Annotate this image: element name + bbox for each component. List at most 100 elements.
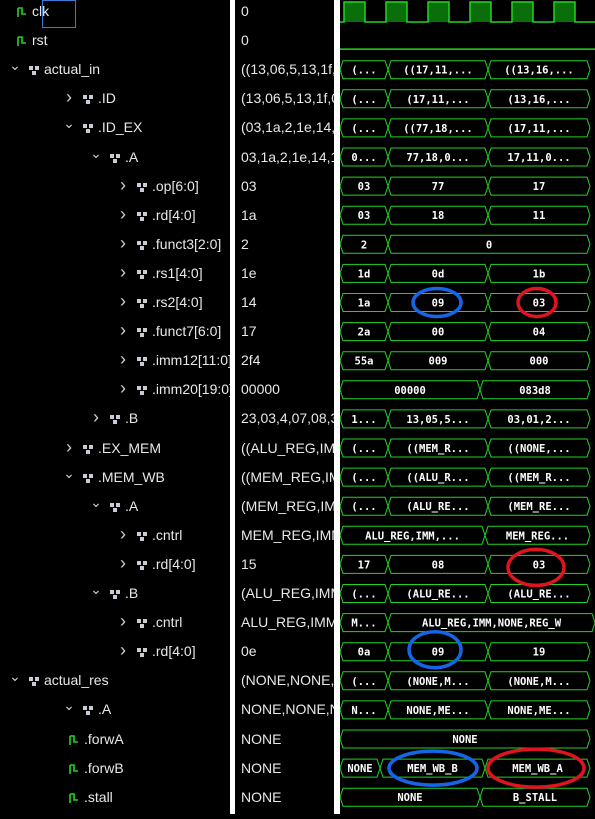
- bus-waveform: NONE MEM_WB_B MEM_WB_A: [339, 758, 591, 778]
- signal-name: .rs2[4:0]: [152, 294, 203, 310]
- signal-name: .rs1[4:0]: [152, 264, 203, 281]
- clock-high-pulse: [428, 2, 449, 22]
- signal-icon: [69, 792, 78, 803]
- bus-waveform: N... NONE,ME... NONE,ME...: [339, 700, 591, 720]
- signal-row[interactable]: ⌄ .MEM_WB: [0, 463, 230, 492]
- bus-value-label: NONE,ME...: [406, 705, 469, 717]
- signal-row[interactable]: ⌄ .ID_EX: [0, 113, 230, 142]
- bus-value-label: NONE: [452, 734, 477, 746]
- collapse-chevron-icon[interactable]: ⌄: [89, 139, 103, 168]
- bus-value-label: 1...: [351, 414, 376, 426]
- expand-chevron-icon[interactable]: ›: [116, 229, 130, 258]
- expand-chevron-icon[interactable]: ›: [116, 607, 130, 636]
- bus-value-label: (...: [351, 123, 376, 135]
- expand-chevron-icon[interactable]: ›: [116, 171, 130, 200]
- bus-value-label: ((MEM_R...: [406, 443, 469, 455]
- bus-value-label: 0a: [358, 647, 371, 659]
- signal-row[interactable]: › .cntrl: [0, 608, 230, 637]
- expand-chevron-icon[interactable]: ›: [89, 403, 103, 432]
- signal-row[interactable]: ⌄ .A: [0, 143, 230, 172]
- bus-value-label: MEM_REG...: [506, 530, 569, 542]
- signal-row[interactable]: › .rs1[4:0]: [0, 259, 230, 288]
- expand-chevron-icon[interactable]: ›: [116, 345, 130, 374]
- signal-name: .MEM_WB: [98, 468, 165, 485]
- expand-chevron-icon[interactable]: ›: [116, 200, 130, 229]
- signal-row[interactable]: ⌄ actual_in: [0, 55, 230, 84]
- bus-waveform: (... (17,11,... (13,16,...: [339, 89, 591, 109]
- bus-value-label: ((ALU_R...: [406, 472, 469, 484]
- expand-chevron-icon[interactable]: ›: [116, 287, 130, 316]
- collapse-chevron-icon[interactable]: ⌄: [8, 51, 22, 80]
- bus-value-label: 00: [432, 327, 445, 339]
- waveform-canvas: (... ((17,11,... ((13,16,... (... (17,11,...…: [339, 1, 595, 807]
- bus-value-label: 11: [533, 210, 546, 222]
- collapse-chevron-icon[interactable]: ⌄: [62, 459, 76, 488]
- signal-row[interactable]: clk: [0, 0, 230, 26]
- bus-value-label: 03: [533, 298, 546, 310]
- collapse-chevron-icon[interactable]: ⌄: [8, 662, 22, 691]
- signal-value: (NONE,NONE,: [241, 672, 334, 689]
- signal-row[interactable]: › .funct7[6:0]: [0, 317, 230, 346]
- bus-value-label: ((NONE,...: [507, 443, 570, 455]
- collapse-chevron-icon[interactable]: ⌄: [89, 575, 103, 604]
- signal-row[interactable]: › .imm12[11:0]: [0, 345, 232, 375]
- expand-chevron-icon[interactable]: ›: [116, 316, 130, 345]
- collapse-chevron-icon[interactable]: ⌄: [89, 488, 103, 517]
- signal-row[interactable]: .stall: [0, 783, 230, 812]
- bus-value-label: (...: [351, 589, 376, 601]
- expand-chevron-icon[interactable]: ›: [116, 258, 130, 287]
- signal-row[interactable]: › .op[6:0]: [0, 172, 230, 201]
- signal-row[interactable]: › .ID: [0, 84, 230, 113]
- expand-chevron-icon[interactable]: ›: [62, 83, 76, 112]
- clock-waveform: [340, 1, 595, 23]
- bus-waveform: 1d 0d 1b: [339, 263, 591, 283]
- signal-value: ((MEM_REG,IM: [241, 468, 334, 485]
- signal-row[interactable]: .forwA: [0, 725, 230, 754]
- expand-chevron-icon[interactable]: ›: [116, 549, 130, 578]
- signal-row[interactable]: › .rd[4:0]: [0, 637, 230, 666]
- collapse-chevron-icon[interactable]: ⌄: [62, 691, 76, 720]
- bus-value-label: (13,16,...: [507, 94, 570, 106]
- signal-row[interactable]: ⌄ .B: [0, 579, 230, 608]
- signal-row[interactable]: ⌄ actual_res: [0, 666, 230, 695]
- signal-row[interactable]: › .funct3[2:0]: [0, 230, 230, 259]
- expand-chevron-icon[interactable]: ›: [116, 374, 130, 403]
- signal-row[interactable]: ⌄ .A: [0, 492, 230, 521]
- bus-value-label: 17: [358, 559, 371, 571]
- bus-value-label: ((77,18,...: [403, 123, 473, 135]
- struct-icon: [137, 182, 147, 192]
- signal-value: (03,1a,2,1e,14,: [241, 119, 334, 136]
- signal-value: 14: [241, 294, 257, 310]
- signal-row[interactable]: › .rd[4:0]: [0, 201, 230, 230]
- struct-icon: [137, 357, 147, 367]
- bus-value-label: 04: [533, 327, 546, 339]
- signal-row[interactable]: rst: [0, 26, 230, 55]
- bus-value-label: ALU_REG,IMM,NONE,REG_W: [422, 618, 562, 630]
- signal-value: 1e: [241, 264, 257, 281]
- signal-row[interactable]: .forwB: [0, 754, 230, 783]
- struct-icon: [137, 648, 147, 658]
- signal-row[interactable]: › .B: [0, 404, 230, 433]
- signal-name: .EX_MEM: [98, 439, 162, 456]
- bus-value-label: (...: [351, 501, 376, 513]
- signal-row[interactable]: › .EX_MEM: [0, 434, 230, 463]
- bus-value-label: NONE: [397, 792, 422, 804]
- signal-row[interactable]: › .cntrl: [0, 521, 230, 550]
- expand-chevron-icon[interactable]: ›: [116, 520, 130, 549]
- bus-waveform: 1... 13,05,5... 03,01,2...: [339, 409, 591, 429]
- collapse-chevron-icon[interactable]: ⌄: [62, 109, 76, 138]
- signal-name: .funct3[2:0]: [152, 235, 222, 252]
- bus-value-label: (...: [351, 472, 376, 484]
- bus-waveform: 55a 009 000: [339, 351, 591, 371]
- signal-row[interactable]: ⌄ .A: [0, 695, 230, 724]
- bus-value-label: 13,05,5...: [406, 414, 469, 426]
- waveform-pane: (... ((17,11,... ((13,16,... (... (17,11,...…: [339, 0, 595, 814]
- bus-waveform: (... ((ALU_R... ((MEM_R...: [339, 467, 591, 487]
- signal-row[interactable]: › .rd[4:0]: [0, 550, 230, 579]
- signal-name: .A: [125, 148, 139, 165]
- struct-icon: [137, 386, 147, 396]
- expand-chevron-icon[interactable]: ›: [116, 636, 130, 665]
- signal-row[interactable]: › .imm20[19:0]: [0, 374, 233, 404]
- expand-chevron-icon[interactable]: ›: [62, 433, 76, 462]
- signal-row[interactable]: › .rs2[4:0]: [0, 288, 230, 317]
